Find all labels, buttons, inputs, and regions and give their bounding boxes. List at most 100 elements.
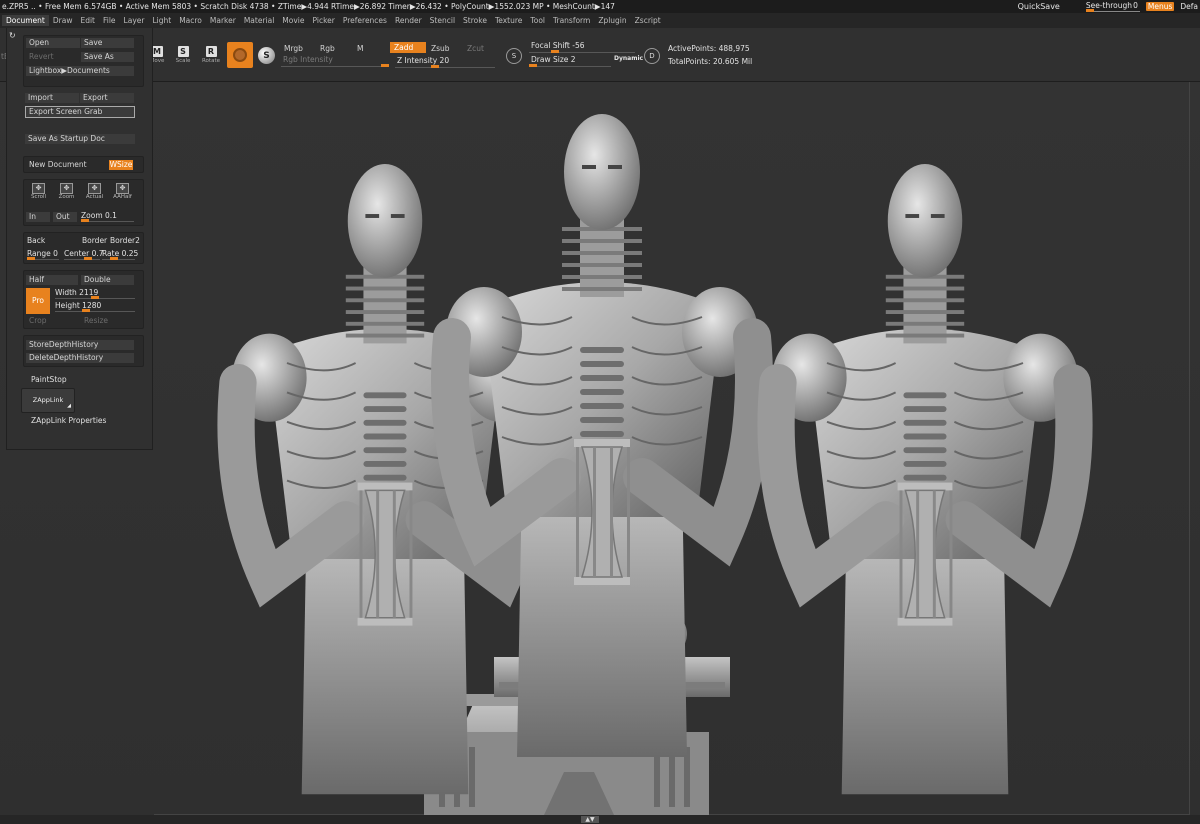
open-button[interactable]: Open — [26, 38, 80, 48]
rgb-intensity-knob[interactable] — [381, 64, 389, 67]
rgb-intensity-slider[interactable]: Rgb Intensity — [281, 55, 389, 67]
back-button[interactable]: Back — [27, 236, 45, 245]
menu-transform[interactable]: Transform — [549, 16, 594, 25]
crop-button[interactable]: Crop — [26, 316, 76, 326]
see-through-slider[interactable]: See-through 0 — [1085, 1, 1140, 12]
zoom-slider[interactable]: Zoom 0.1 — [81, 211, 134, 222]
width-slider[interactable]: Width 2119 — [55, 288, 135, 299]
menu-document[interactable]: Document — [2, 15, 49, 26]
document-palette: ↻ Open Save Revert Save As Lightbox▶Docu… — [6, 28, 153, 450]
border2-button[interactable]: Border2 — [110, 236, 140, 245]
range-knob[interactable] — [27, 257, 35, 260]
menu-tool[interactable]: Tool — [526, 16, 549, 25]
default-layout-button[interactable]: Defa — [1180, 2, 1198, 11]
zoom-label: Zoom — [58, 194, 75, 200]
menu-zplugin[interactable]: Zplugin — [594, 16, 630, 25]
rate-knob[interactable] — [110, 257, 118, 260]
zoom-out-button[interactable]: Out — [53, 212, 77, 222]
border-button[interactable]: Border — [82, 236, 107, 245]
stroke-selector[interactable]: S — [258, 47, 275, 64]
z-intensity-knob[interactable] — [431, 65, 439, 68]
actual-tool[interactable]: ✥ Actual — [84, 183, 105, 203]
import-button[interactable]: Import — [25, 93, 79, 103]
new-document-group: New Document WSize — [23, 156, 144, 173]
range-slider[interactable]: Range 0 — [27, 249, 59, 260]
zsub-button[interactable]: Zsub — [427, 43, 454, 54]
bottom-tray-toggle-icon[interactable]: ▲▼ — [581, 816, 599, 823]
menus-toggle-button[interactable]: Menus — [1145, 2, 1175, 11]
menu-macro[interactable]: Macro — [175, 16, 206, 25]
scroll-label: Scroll — [30, 194, 47, 200]
focal-shift-slider[interactable]: Focal Shift -56 — [529, 41, 635, 53]
revert-button[interactable]: Revert — [26, 52, 80, 62]
resize-button[interactable]: Resize — [81, 316, 131, 326]
see-through-knob[interactable] — [1085, 9, 1094, 12]
rotate-tool[interactable]: R Rotate — [201, 46, 221, 66]
lightbox-documents-button[interactable]: Lightbox▶Documents — [26, 66, 134, 76]
view-group: In Out Zoom 0.1 ✥ Scroll ✥ Zoom ✥ Actual ✥ AAHa… — [23, 179, 144, 226]
draw-size-slider[interactable]: Draw Size 2 — [529, 55, 611, 67]
paintstop-button[interactable]: PaintStop — [31, 375, 67, 384]
store-depth-history-button[interactable]: StoreDepthHistory — [26, 340, 134, 350]
aahalf-label: AAHalf — [113, 194, 132, 200]
border-group: Back Border Border2 Range 0 Center 0.7 R… — [23, 232, 144, 264]
zapplink-properties-button[interactable]: ZAppLink Properties — [31, 416, 106, 425]
width-knob[interactable] — [91, 296, 99, 299]
height-knob[interactable] — [82, 309, 90, 312]
dynamic-toggle[interactable]: Dynamic — [614, 55, 643, 62]
save-as-button[interactable]: Save As — [81, 52, 134, 62]
menu-marker[interactable]: Marker — [206, 16, 240, 25]
scroll-tool[interactable]: ✥ Scroll — [28, 183, 49, 203]
sculpture-render[interactable] — [154, 82, 1190, 815]
menu-layer[interactable]: Layer — [120, 16, 149, 25]
center-knob[interactable] — [84, 257, 92, 260]
mrgb-button[interactable]: Mrgb — [280, 43, 307, 54]
z-intensity-slider[interactable]: Z Intensity 20 — [395, 56, 495, 68]
menu-render[interactable]: Render — [391, 16, 426, 25]
half-button[interactable]: Half — [26, 275, 78, 285]
export-screen-grab-button[interactable]: Export Screen Grab — [25, 106, 135, 118]
menu-material[interactable]: Material — [240, 16, 278, 25]
save-button[interactable]: Save — [81, 38, 134, 48]
rgb-button[interactable]: Rgb — [316, 43, 339, 54]
new-document-button[interactable]: New Document — [26, 160, 106, 170]
export-button[interactable]: Export — [80, 93, 134, 103]
pro-toggle[interactable]: Pro — [26, 288, 50, 314]
wsize-button[interactable]: WSize — [109, 160, 133, 170]
zapplink-button[interactable]: ZAppLink ◢ — [21, 388, 75, 413]
menu-file[interactable]: File — [99, 16, 120, 25]
focal-shift-label: Focal Shift -56 — [531, 41, 585, 50]
menu-picker[interactable]: Picker — [309, 16, 339, 25]
lazy-mouse-icon[interactable]: S — [506, 48, 522, 64]
menu-preferences[interactable]: Preferences — [339, 16, 391, 25]
quicksave-button[interactable]: QuickSave — [1018, 2, 1060, 11]
menu-texture[interactable]: Texture — [491, 16, 526, 25]
height-slider[interactable]: Height 1280 — [55, 301, 135, 312]
brush-selector[interactable] — [227, 42, 253, 68]
zoom-knob[interactable] — [81, 219, 89, 222]
m-button[interactable]: M — [353, 43, 367, 54]
rate-slider[interactable]: Rate 0.25 — [102, 249, 139, 260]
focal-shift-knob[interactable] — [551, 50, 559, 53]
zadd-button[interactable]: Zadd — [390, 42, 426, 53]
center-slider[interactable]: Center 0.7 — [64, 249, 104, 260]
rate-label: Rate 0.25 — [102, 249, 139, 258]
menu-edit[interactable]: Edit — [76, 16, 99, 25]
draw-size-knob[interactable] — [529, 64, 537, 67]
menu-movie[interactable]: Movie — [278, 16, 308, 25]
zoom-tool[interactable]: ✥ Zoom — [56, 183, 77, 203]
save-as-startup-button[interactable]: Save As Startup Doc — [25, 134, 135, 144]
scale-tool[interactable]: S Scale — [173, 46, 193, 66]
double-button[interactable]: Double — [81, 275, 134, 285]
menu-stroke[interactable]: Stroke — [459, 16, 491, 25]
menu-stencil[interactable]: Stencil — [426, 16, 459, 25]
menu-draw[interactable]: Draw — [49, 16, 77, 25]
delete-depth-history-button[interactable]: DeleteDepthHistory — [26, 353, 134, 363]
zcut-button[interactable]: Zcut — [463, 43, 488, 54]
menu-zscript[interactable]: Zscript — [631, 16, 665, 25]
zoom-in-button[interactable]: In — [26, 212, 50, 222]
refresh-icon[interactable]: ↻ — [9, 31, 19, 41]
menu-light[interactable]: Light — [148, 16, 175, 25]
aahalf-tool[interactable]: ✥ AAHalf — [112, 183, 133, 203]
actual-label: Actual — [85, 194, 104, 200]
